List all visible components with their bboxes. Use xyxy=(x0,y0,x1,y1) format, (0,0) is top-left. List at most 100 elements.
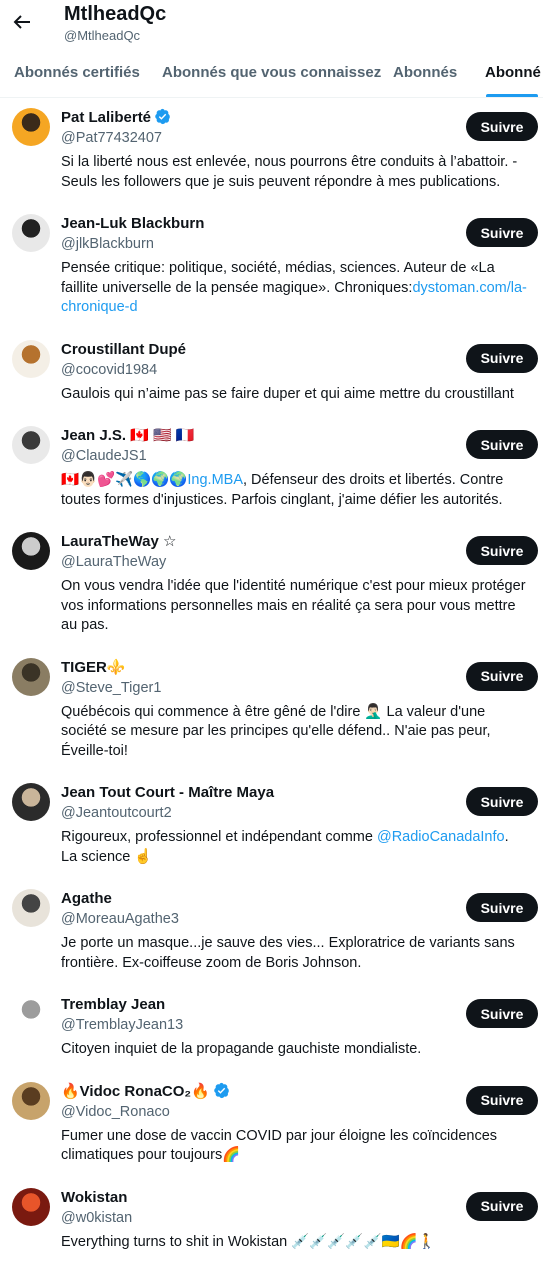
account-name[interactable]: Pat Laliberté xyxy=(61,109,151,126)
follow-button[interactable]: Suivre xyxy=(466,1086,538,1115)
account-row[interactable]: Wokistan @w0kistan Everything turns to shi… xyxy=(0,1178,543,1264)
top-bar: MtlheadQc @MtlheadQc xyxy=(0,0,543,48)
bio-text: Citoyen inquiet de la propagande gauchis… xyxy=(61,1041,421,1057)
account-handle[interactable]: @Vidoc_Ronaco xyxy=(61,1102,531,1122)
tab-following[interactable]: Abonné xyxy=(485,64,541,81)
account-bio: On vous vendra l'idée que l'identité num… xyxy=(61,577,531,636)
follow-button[interactable]: Suivre xyxy=(466,999,538,1028)
account-row[interactable]: Pat Laliberté @Pat77432407 Si la liberté n… xyxy=(0,98,543,204)
account-bio: Pensée critique: politique, société, méd… xyxy=(61,259,531,318)
account-bio: Si la liberté nous est enlevée, nous pou… xyxy=(61,153,531,192)
account-bio: 🇨🇦👨🏻💕✈️🌎🌍🌍Ing.MBA, Défenseur des droits … xyxy=(61,471,531,510)
bio-text: Everything turns to shit in Wokistan 💉💉💉… xyxy=(61,1234,436,1250)
avatar[interactable] xyxy=(12,889,50,927)
account-bio: Québécois qui commence à être gêné de l'… xyxy=(61,703,531,762)
account-handle[interactable]: @cocovid1984 xyxy=(61,360,531,380)
profile-handle: @MtlheadQc xyxy=(64,28,140,43)
account-row[interactable]: 🔥Vidoc RonaCO₂🔥 @Vidoc_Ronaco Fumer une do… xyxy=(0,1072,543,1178)
bio-text: On vous vendra l'idée que l'identité num… xyxy=(61,578,526,633)
account-handle[interactable]: @Steve_Tiger1 xyxy=(61,678,531,698)
avatar[interactable] xyxy=(12,1188,50,1226)
bio-text: Si la liberté nous est enlevée, nous pou… xyxy=(61,154,517,190)
account-row[interactable]: Jean Tout Court - Maître Maya @Jeantoutco… xyxy=(0,773,543,879)
followers-tabs: Abonnés certifiés Abonnés que vous conna… xyxy=(0,52,543,98)
bio-text: Fumer une dose de vaccin COVID par jour … xyxy=(61,1128,497,1164)
account-name-line: LauraTheWay ☆ xyxy=(61,532,531,552)
bio-text: 🇨🇦👨🏻💕✈️🌎🌍 xyxy=(61,472,169,488)
account-row[interactable]: Jean-Luk Blackburn @jlkBlackburn Pensée cr… xyxy=(0,204,543,330)
account-row[interactable]: Croustillant Dupé @cocovid1984 Gaulois qui… xyxy=(0,330,543,417)
avatar[interactable] xyxy=(12,658,50,696)
tab-followers[interactable]: Abonnés xyxy=(393,64,457,81)
account-row[interactable]: Agathe @MoreauAgathe3 Je porte un masque..… xyxy=(0,879,543,985)
account-name[interactable]: 🔥Vidoc RonaCO₂🔥 xyxy=(61,1083,210,1100)
follow-button[interactable]: Suivre xyxy=(466,787,538,816)
avatar[interactable] xyxy=(12,214,50,252)
verified-badge-icon xyxy=(213,1082,230,1099)
account-name[interactable]: TIGER⚜️ xyxy=(61,659,126,676)
follow-button[interactable]: Suivre xyxy=(466,1192,538,1221)
account-name[interactable]: LauraTheWay ☆ xyxy=(61,533,176,550)
account-row[interactable]: TIGER⚜️ @Steve_Tiger1 Québécois qui commen… xyxy=(0,648,543,774)
account-name-line: Pat Laliberté xyxy=(61,108,531,128)
bio-text: Rigoureux, professionnel et indépendant … xyxy=(61,829,377,845)
bio-text: Gaulois qui n’aime pas se faire duper et… xyxy=(61,386,514,402)
account-name[interactable]: Jean Tout Court - Maître Maya xyxy=(61,784,274,801)
account-name[interactable]: Wokistan xyxy=(61,1189,127,1206)
account-name-line: Wokistan xyxy=(61,1188,531,1208)
account-name-line: Jean J.S. 🇨🇦 🇺🇸 🇫🇷 xyxy=(61,426,531,446)
account-handle[interactable]: @Pat77432407 xyxy=(61,128,531,148)
account-bio: Rigoureux, professionnel et indépendant … xyxy=(61,828,531,867)
avatar[interactable] xyxy=(12,783,50,821)
account-bio: Citoyen inquiet de la propagande gauchis… xyxy=(61,1040,531,1060)
account-handle[interactable]: @TremblayJean13 xyxy=(61,1015,531,1035)
account-bio: Je porte un masque...je sauve des vies..… xyxy=(61,934,531,973)
account-name-line: Croustillant Dupé xyxy=(61,340,531,360)
account-handle[interactable]: @MoreauAgathe3 xyxy=(61,909,531,929)
account-row[interactable]: Tremblay Jean @TremblayJean13 Citoyen inqu… xyxy=(0,985,543,1072)
account-handle[interactable]: @ClaudeJS1 xyxy=(61,446,531,466)
profile-title: MtlheadQc xyxy=(64,3,166,26)
account-name-line: Tremblay Jean xyxy=(61,995,531,1015)
account-bio: Fumer une dose de vaccin COVID par jour … xyxy=(61,1127,531,1166)
follow-button[interactable]: Suivre xyxy=(466,112,538,141)
account-name-line: Jean-Luk Blackburn xyxy=(61,214,531,234)
bio-link[interactable]: @RadioCanadaInfo xyxy=(377,829,505,845)
account-handle[interactable]: @Jeantoutcourt2 xyxy=(61,803,531,823)
follow-button[interactable]: Suivre xyxy=(466,344,538,373)
follow-button[interactable]: Suivre xyxy=(466,662,538,691)
avatar[interactable] xyxy=(12,340,50,378)
account-list: Pat Laliberté @Pat77432407 Si la liberté n… xyxy=(0,98,543,1264)
verified-badge-icon xyxy=(154,108,171,125)
account-name-line: Jean Tout Court - Maître Maya xyxy=(61,783,531,803)
avatar[interactable] xyxy=(12,426,50,464)
account-name-line: 🔥Vidoc RonaCO₂🔥 xyxy=(61,1082,531,1102)
account-name[interactable]: Croustillant Dupé xyxy=(61,341,186,358)
avatar[interactable] xyxy=(12,532,50,570)
account-row[interactable]: LauraTheWay ☆ @LauraTheWay On vous vendra … xyxy=(0,522,543,648)
follow-button[interactable]: Suivre xyxy=(466,536,538,565)
avatar[interactable] xyxy=(12,1082,50,1120)
account-row[interactable]: Jean J.S. 🇨🇦 🇺🇸 🇫🇷 @ClaudeJS1 🇨🇦👨🏻💕✈️🌎🌍🌍In… xyxy=(0,416,543,522)
account-name[interactable]: Jean J.S. 🇨🇦 🇺🇸 🇫🇷 xyxy=(61,427,195,444)
bio-text: Québécois qui commence à être gêné de l'… xyxy=(61,704,491,759)
account-handle[interactable]: @jlkBlackburn xyxy=(61,234,531,254)
account-handle[interactable]: @w0kistan xyxy=(61,1208,531,1228)
account-bio: Gaulois qui n’aime pas se faire duper et… xyxy=(61,385,531,405)
tab-verified-followers[interactable]: Abonnés certifiés xyxy=(14,64,140,81)
bio-text: Je porte un masque...je sauve des vies..… xyxy=(61,935,515,971)
account-handle[interactable]: @LauraTheWay xyxy=(61,552,531,572)
account-name-line: Agathe xyxy=(61,889,531,909)
account-name[interactable]: Jean-Luk Blackburn xyxy=(61,215,204,232)
back-arrow-icon[interactable] xyxy=(10,10,34,34)
follow-button[interactable]: Suivre xyxy=(466,430,538,459)
follow-button[interactable]: Suivre xyxy=(466,893,538,922)
avatar[interactable] xyxy=(12,108,50,146)
tab-followers-you-know[interactable]: Abonnés que vous connaissez xyxy=(162,64,381,81)
account-name[interactable]: Agathe xyxy=(61,890,112,907)
avatar[interactable] xyxy=(12,995,50,1033)
account-name[interactable]: Tremblay Jean xyxy=(61,996,165,1013)
account-bio: Everything turns to shit in Wokistan 💉💉💉… xyxy=(61,1233,531,1253)
bio-link[interactable]: 🌍Ing.MBA xyxy=(169,472,243,488)
follow-button[interactable]: Suivre xyxy=(466,218,538,247)
